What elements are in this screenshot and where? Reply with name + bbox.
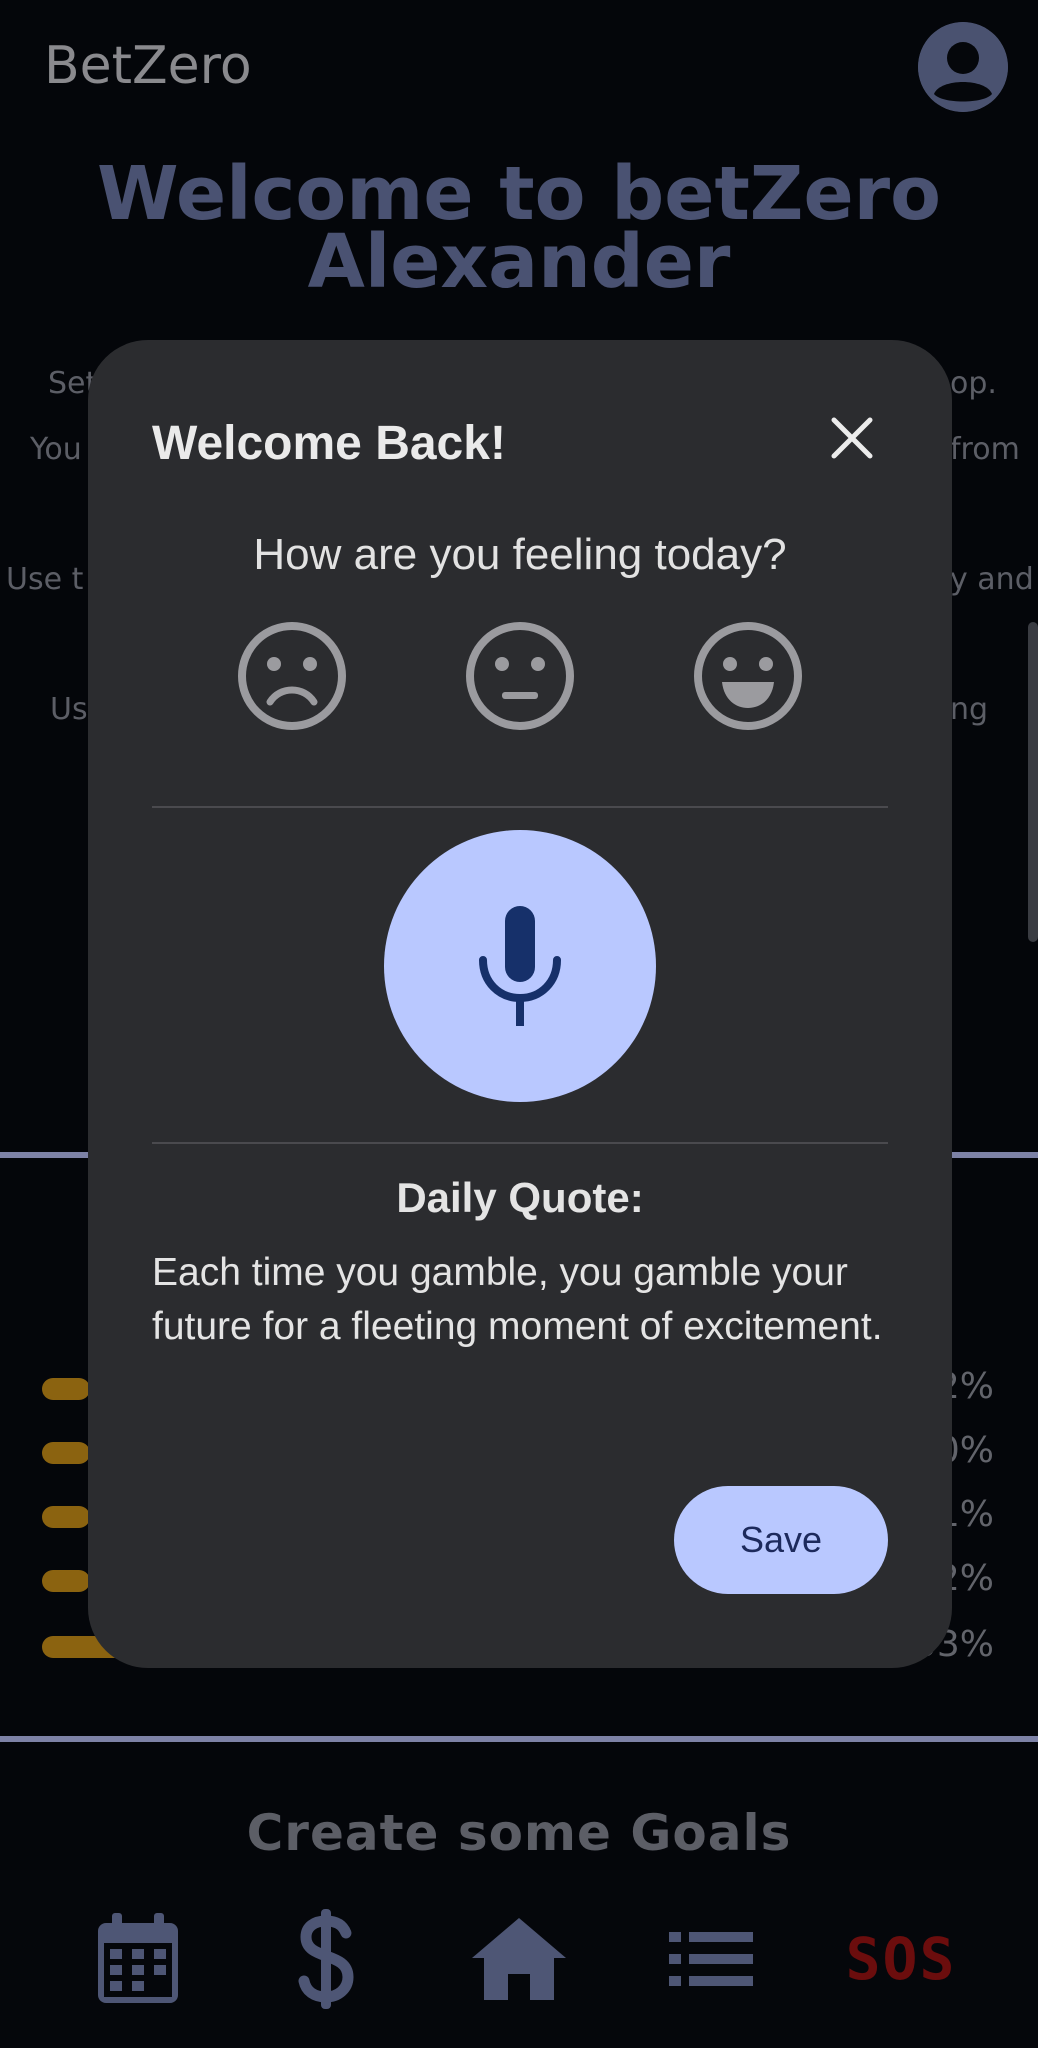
dialog-title: Welcome Back! <box>152 417 506 470</box>
scrollbar[interactable] <box>1028 622 1038 942</box>
nav-money[interactable] <box>286 1904 366 2014</box>
voice-record-button[interactable] <box>384 830 656 1102</box>
nav-calendar[interactable] <box>92 1904 184 2014</box>
save-button[interactable]: Save <box>674 1486 888 1594</box>
neutral-face-icon <box>466 622 574 730</box>
stat-progress-bar <box>42 1442 90 1464</box>
welcome-heading-line1: Welcome to betZero <box>97 151 941 237</box>
list-icon <box>669 1932 753 1986</box>
daily-quote-heading: Daily Quote: <box>396 1174 644 1221</box>
section-divider <box>0 1736 1038 1742</box>
stat-progress-bar <box>42 1506 90 1528</box>
welcome-heading-line2: Alexander <box>307 219 731 305</box>
calendar-icon <box>98 1913 178 2003</box>
dollar-icon <box>298 1909 354 2009</box>
nav-sos[interactable]: SOS <box>846 1904 956 2014</box>
sad-face-icon <box>238 622 346 730</box>
bg-text-fragment: from <box>950 432 1020 467</box>
dialog-divider <box>152 1142 888 1144</box>
bg-text-fragment: Use t <box>6 562 84 597</box>
close-button[interactable] <box>824 410 880 466</box>
dialog-divider <box>152 806 888 808</box>
profile-avatar-icon[interactable] <box>918 22 1008 112</box>
microphone-icon <box>479 906 561 1026</box>
daily-quote-text: Each time you gamble, you gamble your fu… <box>152 1251 883 1348</box>
happy-face-icon <box>694 622 802 730</box>
bg-text-fragment: y and <box>950 562 1034 597</box>
home-icon <box>472 1918 566 2000</box>
sos-label: SOS <box>845 1925 957 1993</box>
bg-text-fragment: Us <box>50 692 88 727</box>
mood-neutral-button[interactable] <box>464 620 576 732</box>
mood-happy-button[interactable] <box>692 620 804 732</box>
goals-heading: Create some Goals <box>246 1804 792 1862</box>
bg-text-fragment: ng <box>950 692 989 727</box>
stat-progress-bar <box>42 1378 90 1400</box>
app-title: BetZero <box>44 36 252 96</box>
welcome-heading: Welcome to betZero Alexander <box>0 151 1038 305</box>
mood-sad-button[interactable] <box>236 620 348 732</box>
close-icon <box>831 417 873 459</box>
mood-question: How are you feeling today? <box>253 530 787 579</box>
bottom-nav: SOS <box>0 1870 1038 2048</box>
bg-text-fragment: op. <box>950 366 997 401</box>
bg-text-fragment: You <box>30 432 82 467</box>
stat-progress-bar <box>42 1570 90 1592</box>
nav-list[interactable] <box>668 1904 754 2014</box>
welcome-back-dialog: Welcome Back! How are you feeling today? <box>88 340 952 1668</box>
nav-home[interactable] <box>472 1904 566 2014</box>
